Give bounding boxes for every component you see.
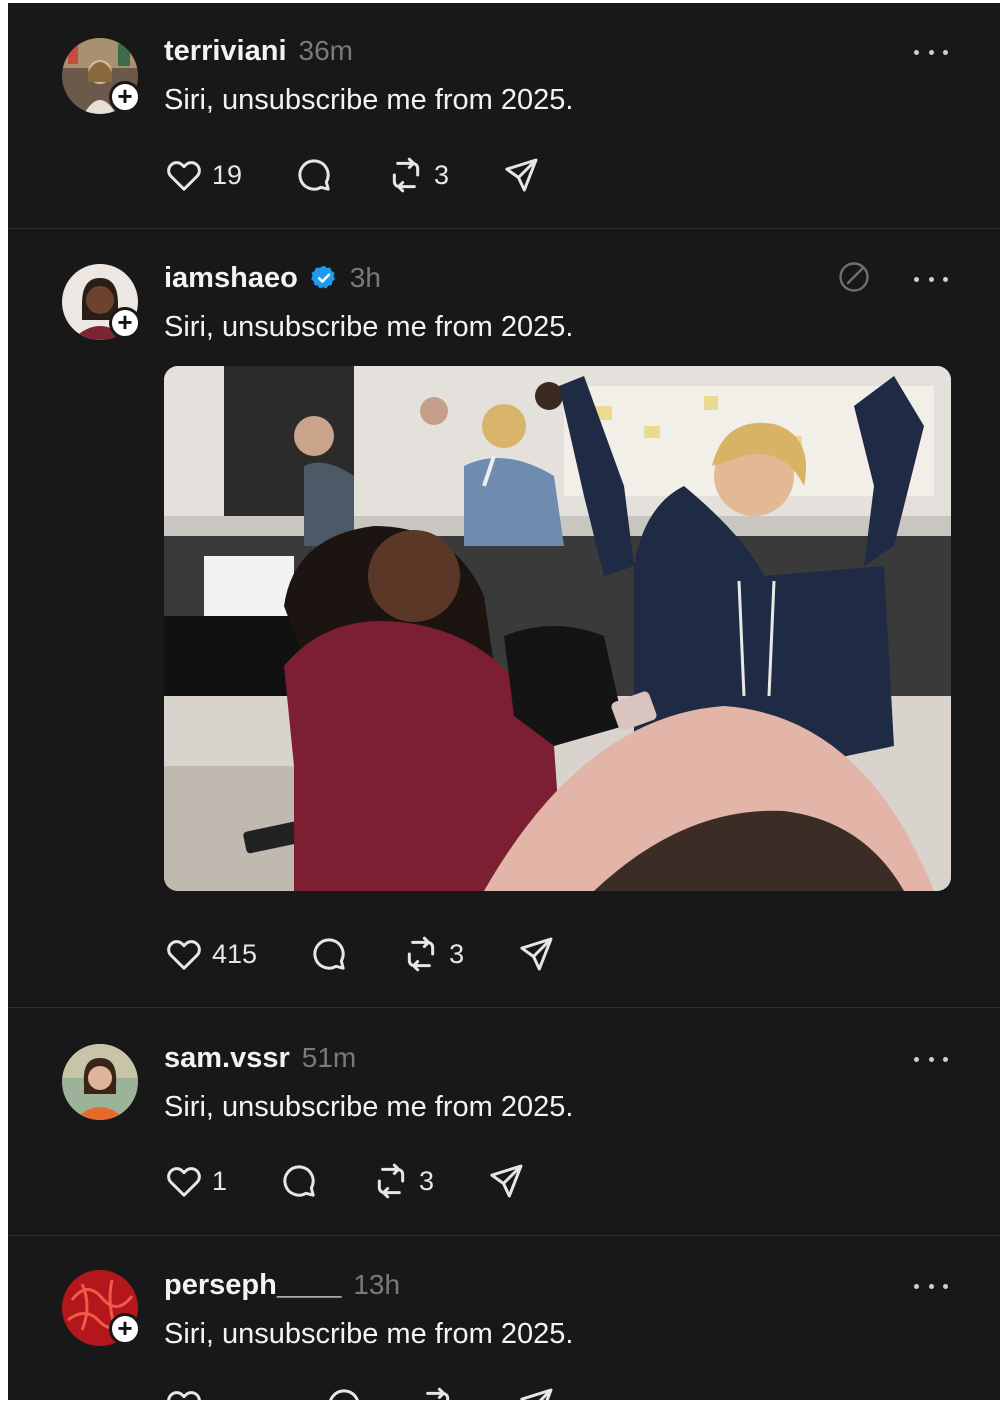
- comment-icon: [324, 1385, 364, 1400]
- plus-icon: +: [117, 1313, 133, 1343]
- like-button[interactable]: 415: [164, 934, 257, 974]
- reply-button[interactable]: [324, 1385, 364, 1400]
- like-button[interactable]: [164, 1385, 204, 1400]
- feed: + terriviani 36m Siri, unsubscribe me fr…: [8, 3, 1000, 1400]
- send-icon: [486, 1161, 526, 1201]
- post-text: Siri, unsubscribe me from 2025.: [164, 1091, 574, 1123]
- post-time: 36m: [298, 35, 353, 66]
- comment-icon: [294, 155, 334, 195]
- repost-icon: [416, 1385, 456, 1400]
- heart-icon: [164, 1385, 204, 1400]
- follow-button[interactable]: +: [109, 81, 141, 113]
- repost-button[interactable]: 3: [371, 1161, 434, 1201]
- post-text: Siri, unsubscribe me from 2025.: [164, 1318, 574, 1350]
- like-button[interactable]: 19: [164, 155, 242, 195]
- like-count: 19: [212, 159, 243, 190]
- mute-icon[interactable]: [836, 259, 872, 295]
- repost-icon: [371, 1161, 411, 1201]
- plus-icon: +: [117, 81, 133, 111]
- more-options-icon[interactable]: [914, 1052, 948, 1066]
- divider: [8, 1235, 1000, 1236]
- repost-count: 3: [449, 938, 465, 969]
- reply-button[interactable]: [294, 155, 334, 195]
- share-button[interactable]: [501, 155, 541, 195]
- heart-icon: [164, 155, 204, 195]
- repost-button[interactable]: 3: [401, 934, 464, 974]
- comment-icon: [279, 1161, 319, 1201]
- divider: [8, 228, 1000, 229]
- like-count: 1: [212, 1165, 228, 1196]
- repost-button[interactable]: 3: [386, 155, 449, 195]
- post-text: Siri, unsubscribe me from 2025.: [164, 84, 574, 116]
- post-time: 3h: [349, 262, 381, 293]
- follow-button[interactable]: +: [109, 1313, 141, 1345]
- more-options-icon[interactable]: [914, 45, 948, 59]
- share-button[interactable]: [516, 1385, 556, 1400]
- username[interactable]: sam.vssr: [164, 1042, 290, 1075]
- divider: [8, 1007, 1000, 1008]
- post-time: 51m: [301, 1042, 357, 1073]
- username[interactable]: terriviani: [164, 35, 287, 68]
- send-icon: [501, 155, 541, 195]
- repost-count: 3: [434, 159, 450, 190]
- username[interactable]: perseph____: [164, 1269, 341, 1302]
- more-options-icon[interactable]: [914, 272, 948, 286]
- avatar[interactable]: [62, 1044, 138, 1120]
- post-text: Siri, unsubscribe me from 2025.: [164, 311, 574, 343]
- heart-icon: [164, 1161, 204, 1201]
- share-button[interactable]: [486, 1161, 526, 1201]
- reply-button[interactable]: [309, 934, 349, 974]
- repost-button[interactable]: [416, 1385, 456, 1400]
- like-button[interactable]: 1: [164, 1161, 227, 1201]
- repost-icon: [401, 934, 441, 974]
- reply-button[interactable]: [279, 1161, 319, 1201]
- verified-badge-icon: [310, 265, 335, 289]
- send-icon: [516, 934, 556, 974]
- comment-icon: [309, 934, 349, 974]
- repost-icon: [386, 155, 426, 195]
- like-count: 415: [212, 938, 258, 969]
- username[interactable]: iamshaeo: [164, 262, 298, 295]
- more-options-icon[interactable]: [914, 1279, 948, 1293]
- share-button[interactable]: [516, 934, 556, 974]
- post-time: 13h: [353, 1269, 401, 1300]
- plus-icon: +: [117, 307, 133, 337]
- follow-button[interactable]: +: [109, 307, 141, 339]
- post-image[interactable]: [164, 366, 951, 891]
- send-icon: [516, 1385, 556, 1400]
- heart-icon: [164, 934, 204, 974]
- repost-count: 3: [419, 1165, 435, 1196]
